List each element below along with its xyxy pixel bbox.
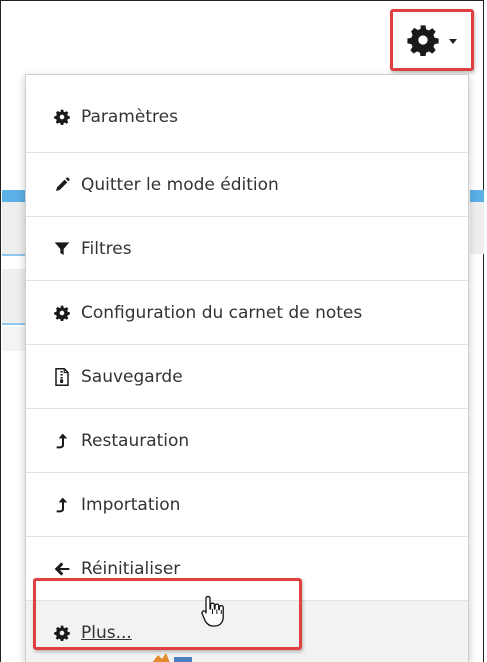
menu-item-reinitialiser[interactable]: Réinitialiser <box>26 537 468 601</box>
background-accent-strip <box>2 190 26 202</box>
menu-item-label: Quitter le mode édition <box>81 174 279 195</box>
arrow-left-icon <box>54 561 70 577</box>
background-partial-icon <box>140 648 200 662</box>
background-row <box>2 202 26 254</box>
background-line <box>2 254 26 256</box>
gear-icon <box>54 625 70 641</box>
menu-item-label: Configuration du carnet de notes <box>81 302 363 323</box>
menu-item-label: Plus... <box>81 623 132 643</box>
menu-item-parametres[interactable]: Paramètres <box>26 75 468 153</box>
filter-icon <box>54 241 70 257</box>
settings-dropdown-menu: Paramètres Quitter le mode édition Filtr… <box>25 74 469 662</box>
settings-menu-button[interactable] <box>390 9 474 71</box>
menu-item-filtres[interactable]: Filtres <box>26 217 468 281</box>
menu-item-configuration-carnet-notes[interactable]: Configuration du carnet de notes <box>26 281 468 345</box>
background-row-right <box>470 202 484 254</box>
gear-icon <box>407 25 439 56</box>
upload-arrow-icon <box>54 497 70 513</box>
pencil-icon <box>54 176 70 193</box>
upload-arrow-icon <box>54 433 70 449</box>
gear-icon <box>54 305 70 321</box>
menu-item-label: Restauration <box>81 430 190 451</box>
background-row-2 <box>2 269 26 323</box>
hand-pointer-icon <box>201 595 224 627</box>
menu-item-label: Réinitialiser <box>81 558 181 579</box>
backup-file-icon <box>54 367 70 386</box>
gear-icon <box>54 109 70 125</box>
menu-item-label: Sauvegarde <box>81 366 183 387</box>
menu-item-sauvegarde[interactable]: Sauvegarde <box>26 345 468 409</box>
menu-item-quitter-mode-edition[interactable]: Quitter le mode édition <box>26 153 468 217</box>
menu-item-label: Importation <box>81 494 181 515</box>
menu-item-plus[interactable]: Plus... <box>26 601 468 662</box>
background-line-2 <box>2 323 26 325</box>
caret-down-icon <box>449 38 457 44</box>
menu-item-label: Paramètres <box>81 106 178 127</box>
menu-item-restauration[interactable]: Restauration <box>26 409 468 473</box>
background-accent-strip-right <box>470 190 484 202</box>
menu-item-label: Filtres <box>81 238 132 259</box>
background-row-3 <box>2 327 26 351</box>
menu-item-importation[interactable]: Importation <box>26 473 468 537</box>
